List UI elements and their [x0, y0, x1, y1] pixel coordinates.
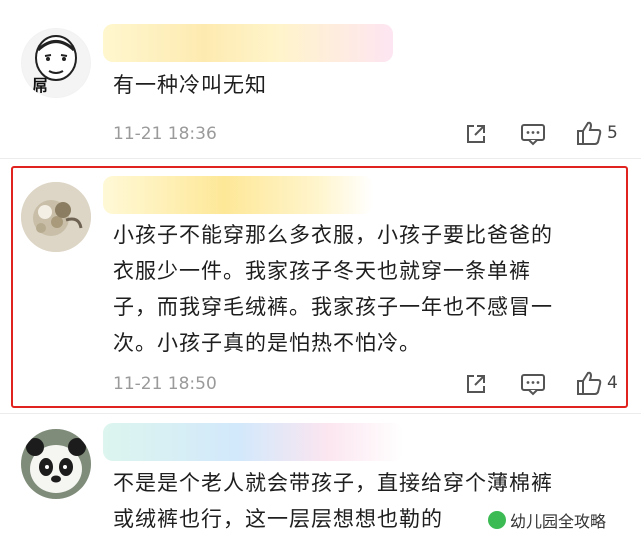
like-count: 5: [607, 123, 618, 143]
divider: [0, 158, 641, 159]
share-icon: [467, 125, 485, 143]
comment-text: 有一种冷叫无知: [113, 73, 267, 97]
watermark-text: 幼儿园全攻略: [510, 512, 607, 531]
username-redacted[interactable]: [103, 24, 393, 62]
comment-button[interactable]: [520, 122, 546, 146]
comment-time: 11-21 18:36: [113, 124, 217, 144]
wechat-icon: [488, 511, 506, 529]
avatar[interactable]: 屌: [21, 28, 91, 98]
avatar[interactable]: [21, 429, 91, 499]
comment-item: 屌 有一种冷叫无知 11-21 18:36 5: [0, 0, 641, 160]
comment-icon: [521, 124, 545, 146]
like-icon: [577, 121, 602, 145]
share-button[interactable]: [464, 122, 488, 146]
divider: [0, 413, 641, 414]
username-redacted[interactable]: [103, 423, 403, 461]
like-button[interactable]: 5: [575, 120, 618, 146]
avatar-label: 屌: [32, 76, 49, 95]
watermark: 幼儿园全攻略: [488, 508, 606, 532]
highlight-frame: [11, 166, 628, 408]
